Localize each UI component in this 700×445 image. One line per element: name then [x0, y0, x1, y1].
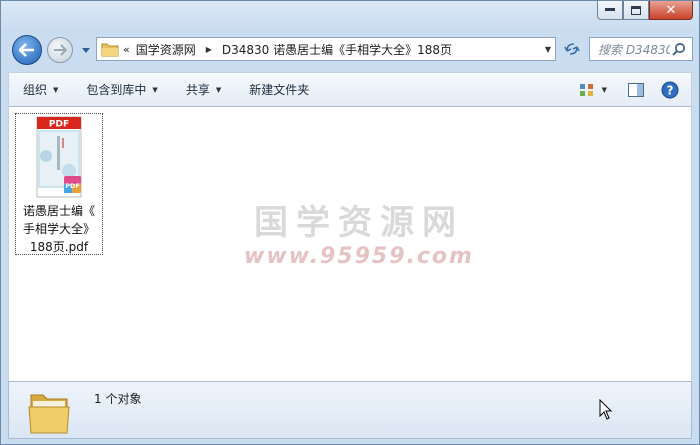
- mouse-cursor-icon: [599, 399, 613, 420]
- navigation-bar: « 国学资源网 ▶ D34830 诺愚居士编《手相学大全》188页 ▼ 搜索 D…: [1, 34, 699, 68]
- refresh-button[interactable]: [560, 37, 584, 61]
- address-overflow-chevron[interactable]: «: [123, 43, 130, 56]
- organize-menu[interactable]: 组织 ▼: [9, 81, 72, 98]
- include-in-library-menu[interactable]: 包含到库中 ▼: [72, 81, 171, 98]
- thumb-badge-text: PDF: [49, 120, 69, 130]
- address-dropdown-icon[interactable]: ▼: [545, 45, 551, 54]
- item-count: 1 个对象: [94, 392, 142, 406]
- pdf-file-icon: PDF PDF: [36, 116, 82, 198]
- folder-icon: [101, 43, 119, 57]
- preview-pane-icon: [628, 82, 644, 97]
- view-controls: ▼ ?: [568, 73, 681, 106]
- explorer-window: ✕ « 国学资源网 ▶ D34830 诺愚居士编《手相学大全》188页 ▼ 搜索…: [0, 0, 700, 445]
- view-grid-icon: [579, 83, 593, 96]
- share-label: 共享: [185, 83, 210, 97]
- new-folder-label: 新建文件夹: [249, 83, 310, 97]
- chevron-down-icon: ▼: [152, 85, 158, 94]
- search-icon: [672, 42, 686, 56]
- preview-pane-button[interactable]: [625, 79, 647, 101]
- close-button[interactable]: ✕: [649, 1, 693, 20]
- change-view-button[interactable]: [576, 79, 598, 101]
- view-options-dropdown-icon[interactable]: ▼: [602, 86, 607, 94]
- organize-label: 组织: [23, 83, 48, 97]
- back-button[interactable]: [12, 35, 42, 65]
- back-arrow-icon: [19, 43, 34, 57]
- caption-buttons: ✕: [597, 1, 693, 20]
- file-name-line-1: 诺愚居士编《: [22, 204, 95, 218]
- refresh-icon: [564, 43, 580, 55]
- chevron-down-icon: ▼: [215, 85, 222, 94]
- search-input[interactable]: 搜索 D34830 诺愚居士编...: [589, 37, 693, 61]
- file-name-line-2: 手相学大全》: [22, 222, 95, 236]
- breadcrumb-current[interactable]: D34830 诺愚居士编《手相学大全》188页: [222, 41, 452, 58]
- forward-button[interactable]: [47, 37, 73, 63]
- close-icon: ✕: [665, 2, 677, 18]
- recent-pages-dropdown-icon[interactable]: [81, 45, 91, 55]
- file-item[interactable]: PDF PDF 诺愚居士编《 手相学大全》 188页.pdf: [15, 113, 103, 255]
- watermark-subtitle: www.95959.com: [244, 244, 474, 269]
- include-in-library-label: 包含到库中: [86, 83, 147, 97]
- watermark: 国学资源网 www.95959.com: [244, 195, 474, 269]
- share-menu[interactable]: 共享 ▼: [172, 81, 235, 98]
- minimize-button[interactable]: [597, 1, 623, 20]
- minimize-icon: [605, 8, 615, 11]
- title-bar: ✕: [1, 1, 699, 33]
- maximize-icon: [631, 5, 641, 15]
- breadcrumb-arrow-icon[interactable]: ▶: [206, 45, 212, 54]
- new-folder-button[interactable]: 新建文件夹: [235, 81, 323, 98]
- file-name[interactable]: 诺愚居士编《 手相学大全》 188页.pdf: [16, 202, 102, 256]
- file-name-line-3: 188页.pdf: [29, 240, 89, 254]
- folder-icon: [28, 394, 70, 434]
- watermark-title: 国学资源网: [254, 203, 464, 243]
- svg-text:?: ?: [667, 83, 674, 97]
- forward-arrow-icon: [54, 44, 67, 56]
- details-pane: 1 个对象: [8, 381, 692, 439]
- address-bar[interactable]: « 国学资源网 ▶ D34830 诺愚居士编《手相学大全》188页 ▼: [96, 37, 556, 61]
- help-icon: ?: [661, 81, 679, 98]
- maximize-button[interactable]: [623, 1, 649, 20]
- type-badge-text: PDF: [65, 182, 80, 190]
- search-placeholder: 搜索 D34830 诺愚居士编...: [598, 42, 670, 57]
- command-bar: 组织 ▼ 包含到库中 ▼ 共享 ▼ 新建文件夹 ▼ ?: [8, 72, 692, 107]
- help-button[interactable]: ?: [659, 79, 681, 101]
- breadcrumb-root[interactable]: 国学资源网: [136, 41, 196, 58]
- chevron-down-icon: ▼: [53, 85, 59, 94]
- file-list-pane[interactable]: PDF PDF 诺愚居士编《 手相学大全》 188页.pdf 国学资源网 www…: [8, 107, 692, 381]
